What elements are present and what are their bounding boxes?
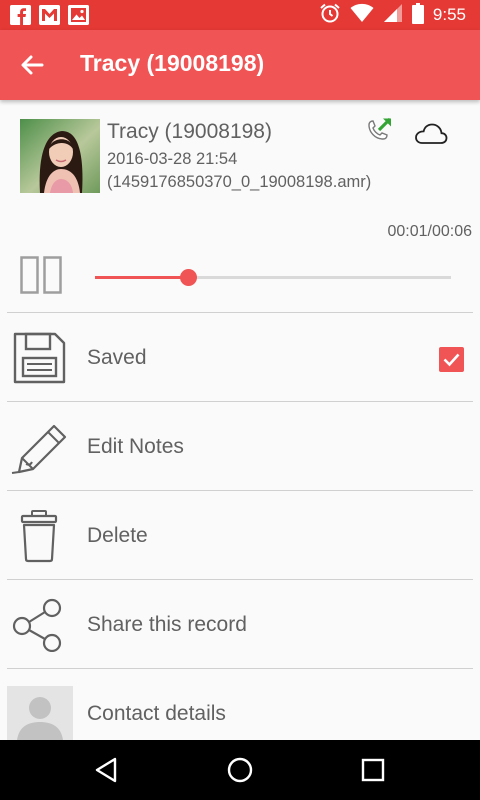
playback-time: 00:01/00:06	[387, 223, 472, 240]
recents-square-icon	[361, 758, 385, 782]
seek-bar[interactable]	[95, 269, 451, 286]
share-label: Share this record	[87, 613, 247, 636]
trash-icon	[10, 509, 68, 563]
floppy-disk-icon	[10, 331, 68, 385]
gallery-icon	[68, 5, 89, 25]
edit-notes-label: Edit Notes	[87, 435, 184, 458]
cloud-icon	[415, 123, 448, 144]
record-contact-name: Tracy (19008198)	[107, 120, 272, 143]
contact-avatar-icon	[7, 686, 73, 740]
app-bar: Tracy (19008198)	[0, 30, 480, 100]
navigation-bar	[0, 740, 480, 800]
saved-checkbox[interactable]	[439, 347, 464, 372]
gmail-icon	[39, 5, 60, 25]
nav-back-button[interactable]	[91, 754, 123, 786]
record-header: Tracy (19008198) 2016-03-28 21:54 (14591…	[0, 100, 480, 210]
delete-row[interactable]: Delete	[0, 491, 480, 579]
contact-details-label: Contact details	[87, 702, 226, 725]
triangle-back-icon	[95, 757, 117, 783]
alarm-icon	[319, 2, 341, 28]
share-icon	[10, 598, 68, 653]
status-bar: 9:55	[0, 0, 480, 30]
cloud-upload-button[interactable]	[414, 122, 448, 146]
facebook-icon	[10, 5, 31, 25]
pause-icon	[20, 256, 62, 294]
checkmark-icon	[443, 353, 460, 367]
delete-label: Delete	[87, 524, 148, 547]
signal-icon	[383, 3, 403, 27]
pencil-icon	[10, 420, 68, 474]
page-title: Tracy (19008198)	[80, 50, 265, 76]
record-date: 2016-03-28 21:54	[107, 150, 238, 168]
battery-icon	[411, 2, 424, 28]
nav-recents-button[interactable]	[357, 754, 389, 786]
wifi-icon	[350, 3, 374, 27]
seek-bar-thumb[interactable]	[179, 269, 197, 286]
seek-bar-progress	[95, 276, 188, 279]
back-button[interactable]	[14, 47, 50, 83]
status-time: 9:55	[432, 5, 466, 24]
record-filename: (1459176850370_0_19008198.amr)	[107, 173, 372, 191]
saved-label: Saved	[87, 346, 147, 369]
contact-photo	[20, 119, 100, 193]
saved-row[interactable]: Saved	[0, 313, 480, 401]
pause-button[interactable]	[20, 256, 62, 294]
home-circle-icon	[227, 757, 253, 783]
edit-notes-row[interactable]: Edit Notes	[0, 402, 480, 490]
share-row[interactable]: Share this record	[0, 580, 480, 668]
arrow-back-icon	[21, 55, 44, 75]
nav-home-button[interactable]	[224, 754, 256, 786]
outgoing-call-icon	[364, 116, 394, 146]
